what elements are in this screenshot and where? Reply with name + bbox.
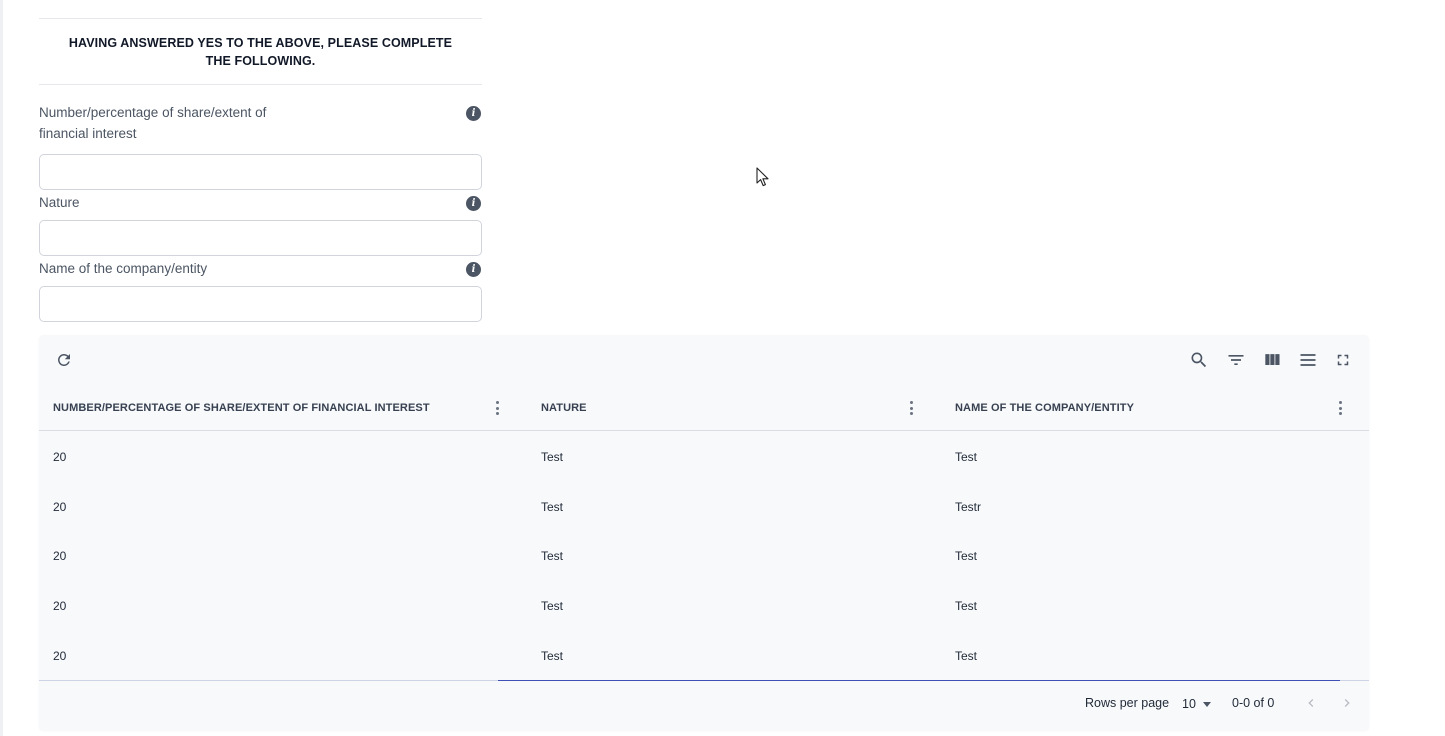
table-row[interactable]: 20 Test Test: [39, 581, 1369, 631]
section-heading: HAVING ANSWERED YES TO THE ABOVE, PLEASE…: [68, 36, 453, 68]
density-button[interactable]: [1297, 349, 1319, 371]
field-label-share: Number/percentage of share/extent of fin…: [39, 105, 267, 141]
info-icon[interactable]: i: [466, 106, 481, 121]
column-header-company[interactable]: NAME OF THE COMPANY/ENTITY: [955, 385, 1134, 431]
cell-share: 20: [53, 549, 67, 564]
cell-company: Testr: [955, 499, 982, 514]
cell-nature: Test: [541, 599, 564, 614]
fullscreen-icon: [1337, 354, 1349, 366]
field-label-nature: Nature: [39, 195, 80, 210]
cell-company: Test: [955, 449, 978, 464]
cell-company: Test: [955, 649, 978, 664]
refresh-button[interactable]: [53, 349, 75, 371]
column-menu-button[interactable]: [906, 400, 916, 416]
chevron-left-icon: [1308, 699, 1314, 707]
rows-per-page-value: 10: [1182, 697, 1196, 711]
field-label-company: Name of the company/entity: [39, 261, 208, 276]
refresh-icon: [57, 354, 70, 366]
grid-toolbar: [39, 335, 1369, 385]
rows-per-page-select[interactable]: 10: [1182, 695, 1214, 713]
previous-page-button[interactable]: [1301, 693, 1321, 713]
table-row[interactable]: 20 Test Test: [39, 432, 1369, 482]
info-icon[interactable]: i: [466, 196, 481, 211]
density-icon: [1300, 354, 1316, 366]
rows-per-page-label: Rows per page: [1085, 696, 1170, 710]
cell-nature: Test: [541, 649, 564, 664]
cell-company: Test: [955, 549, 978, 564]
company-input[interactable]: [39, 286, 482, 322]
dropdown-caret-icon: [1202, 701, 1211, 707]
view-column-icon: [1265, 354, 1280, 365]
column-header-share[interactable]: NUMBER/PERCENTAGE OF SHARE/EXTENT OF FIN…: [53, 385, 430, 431]
search-button[interactable]: [1188, 349, 1210, 371]
nature-input[interactable]: [39, 220, 482, 256]
share-input[interactable]: [39, 154, 482, 190]
field-company-label-row: Name of the company/entity i: [39, 258, 482, 279]
column-header-nature[interactable]: NATURE: [541, 385, 587, 431]
cell-share: 20: [53, 649, 67, 664]
table-row[interactable]: 20 Test Test: [39, 631, 1369, 681]
chevron-right-icon: [1344, 699, 1350, 707]
cell-nature: Test: [541, 499, 564, 514]
info-icon[interactable]: i: [466, 262, 481, 277]
cell-nature: Test: [541, 449, 564, 464]
cell-share: 20: [53, 449, 67, 464]
next-page-button[interactable]: [1337, 693, 1357, 713]
table-pagination: Rows per page 10 0-0 of 0: [39, 681, 1369, 725]
table-row[interactable]: 20 Test Test: [39, 532, 1369, 582]
column-menu-button[interactable]: [1335, 400, 1345, 416]
view-columns-button[interactable]: [1261, 349, 1283, 371]
field-share-label-row: Number/percentage of share/extent of fin…: [39, 102, 482, 144]
table-row[interactable]: 20 Test Testr: [39, 482, 1369, 532]
cell-company: Test: [955, 599, 978, 614]
field-nature-label-row: Nature i: [39, 192, 482, 213]
pagination-range: 0-0 of 0: [1232, 696, 1275, 710]
mouse-cursor-icon: [756, 167, 769, 187]
fullscreen-button[interactable]: [1332, 349, 1354, 371]
cell-nature: Test: [541, 549, 564, 564]
filter-icon: [1228, 355, 1244, 365]
cell-share: 20: [53, 499, 67, 514]
left-edge-divider: [0, 0, 3, 736]
table-header: NUMBER/PERCENTAGE OF SHARE/EXTENT OF FIN…: [39, 385, 1369, 431]
table-body: 20 Test Test 20 Test Testr 20 Test Test …: [39, 432, 1369, 681]
column-menu-button[interactable]: [492, 400, 502, 416]
filter-button[interactable]: [1225, 349, 1247, 371]
data-grid: NUMBER/PERCENTAGE OF SHARE/EXTENT OF FIN…: [39, 335, 1369, 730]
search-icon: [1191, 352, 1207, 368]
financial-interest-form: HAVING ANSWERED YES TO THE ABOVE, PLEASE…: [39, 18, 482, 322]
cell-share: 20: [53, 599, 67, 614]
